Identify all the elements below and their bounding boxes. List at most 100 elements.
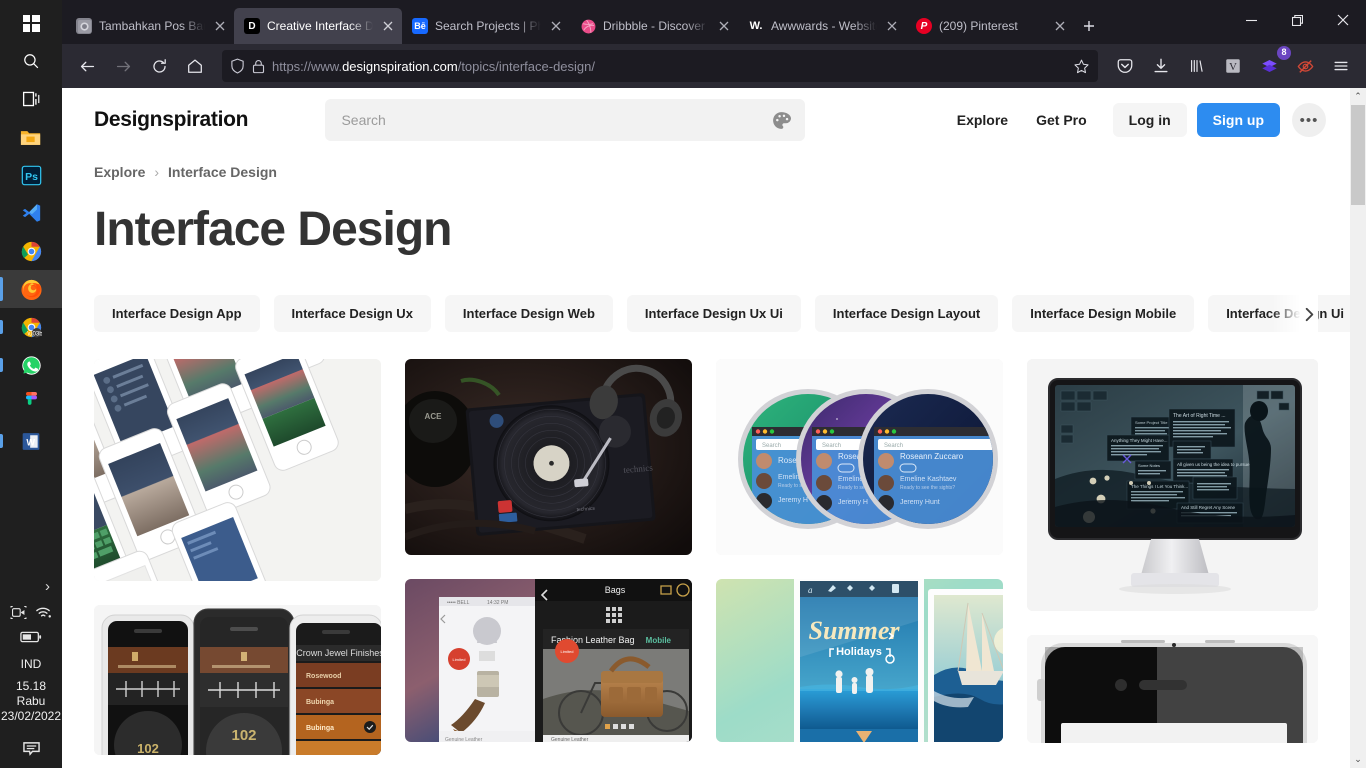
svg-text:Jeremy H: Jeremy H bbox=[838, 499, 868, 506]
tab-close-button[interactable] bbox=[1052, 18, 1068, 34]
browser-tab-5[interactable]: P (209) Pinterest bbox=[906, 8, 1074, 44]
back-button[interactable] bbox=[70, 50, 104, 82]
windows-logo-icon bbox=[22, 14, 40, 32]
tab-close-button[interactable] bbox=[380, 18, 396, 34]
page-scrollbar[interactable]: ⌃ ⌄ bbox=[1350, 88, 1366, 768]
artwork: Search Roseann Emeline K Ready to see th… bbox=[716, 359, 1004, 555]
chrome-button[interactable] bbox=[0, 232, 62, 270]
tab-close-button[interactable] bbox=[884, 18, 900, 34]
windows-taskbar: Ps \u03b2 bbox=[0, 0, 62, 768]
firefox-button[interactable] bbox=[0, 270, 62, 308]
tags-scroll-next-button[interactable] bbox=[1272, 295, 1318, 333]
reload-button[interactable] bbox=[142, 50, 176, 82]
favicon-letter: D bbox=[248, 20, 256, 32]
site-logo[interactable]: Designspiration bbox=[94, 108, 249, 132]
extension-button[interactable]: 8 bbox=[1252, 46, 1291, 82]
chrome-beta-button[interactable]: \u03b2 bbox=[0, 308, 62, 346]
start-button[interactable] bbox=[0, 4, 62, 42]
tag-chip-4[interactable]: Interface Design Layout bbox=[814, 295, 999, 332]
breadcrumb-explore[interactable]: Explore bbox=[94, 164, 145, 180]
favicon-letter: P bbox=[920, 20, 928, 32]
card-bags-shop-app[interactable]: ••••• BELL 14:32 PM Limited Genuine Leat… bbox=[405, 579, 693, 742]
card-cinema-display-ui[interactable]: Some Project Title The Art of Right Time… bbox=[1027, 359, 1318, 611]
svg-text:Bubinga: Bubinga bbox=[306, 699, 334, 706]
card-summer-holidays-app[interactable]: a Summer Holidays bbox=[716, 579, 1004, 742]
search-button[interactable] bbox=[0, 42, 62, 80]
minimize-button[interactable] bbox=[1228, 0, 1274, 40]
awwwards-icon: W. bbox=[748, 18, 764, 34]
browser-tab-0[interactable]: Tambahkan Pos Baru ‹ bbox=[66, 8, 234, 44]
tab-close-button[interactable] bbox=[548, 18, 564, 34]
url-bar[interactable]: https://www.designspiration.com/topics/i… bbox=[222, 50, 1098, 82]
star-icon[interactable] bbox=[1073, 58, 1090, 75]
file-explorer-button[interactable] bbox=[0, 118, 62, 156]
card-black-iphone[interactable] bbox=[1027, 635, 1318, 743]
nav-link-get-pro[interactable]: Get Pro bbox=[1022, 112, 1101, 128]
language-indicator[interactable]: IND bbox=[21, 657, 42, 671]
figma-button[interactable] bbox=[0, 384, 62, 422]
svg-text:Limited: Limited bbox=[561, 649, 574, 654]
downloads-button[interactable] bbox=[1144, 50, 1178, 82]
tab-close-button[interactable] bbox=[716, 18, 732, 34]
minimize-icon bbox=[1245, 19, 1257, 21]
related-tags-row: Interface Design App Interface Design Ux… bbox=[62, 295, 1350, 333]
forward-button[interactable] bbox=[106, 50, 140, 82]
login-button[interactable]: Log in bbox=[1112, 103, 1187, 137]
scroll-up-button[interactable]: ⌃ bbox=[1350, 88, 1366, 105]
task-view-button[interactable] bbox=[0, 80, 62, 118]
nav-link-explore[interactable]: Explore bbox=[943, 112, 1022, 128]
tab-close-button[interactable] bbox=[212, 18, 228, 34]
word-button[interactable]: W bbox=[0, 422, 62, 460]
card-circular-contacts-ui[interactable]: Search Roseann Emeline K Ready to see th… bbox=[716, 359, 1004, 555]
color-search-button[interactable] bbox=[757, 99, 806, 141]
browser-tab-4[interactable]: W. Awwwards - Website A bbox=[738, 8, 906, 44]
gallery-column-2: ACE technics technics ••••• BELL 14:32 P… bbox=[405, 359, 693, 755]
tray-expand-button[interactable]: › bbox=[45, 578, 50, 595]
battery-icon[interactable] bbox=[20, 631, 42, 643]
close-button[interactable] bbox=[1320, 0, 1366, 40]
svg-text:Genuine Leather: Genuine Leather bbox=[445, 737, 483, 742]
designspiration-page: Designspiration Explore Get Pro Log in S… bbox=[62, 88, 1350, 768]
vimium-button[interactable]: V bbox=[1216, 50, 1250, 82]
tab-strip: Tambahkan Pos Baru ‹ D Creative Interfac… bbox=[62, 0, 1366, 44]
page-viewport: Designspiration Explore Get Pro Log in S… bbox=[62, 88, 1366, 768]
search-input[interactable] bbox=[325, 99, 806, 141]
padlock-icon[interactable] bbox=[252, 59, 265, 74]
clock[interactable]: 15.18 Rabu 23/02/2022 bbox=[1, 679, 61, 724]
tag-chip-2[interactable]: Interface Design Web bbox=[444, 295, 613, 332]
url-text: https://www.designspiration.com/topics/i… bbox=[272, 59, 1066, 74]
signup-button[interactable]: Sign up bbox=[1196, 103, 1280, 137]
card-iphone-app-screens[interactable] bbox=[94, 359, 382, 581]
tag-chip-5[interactable]: Interface Design Mobile bbox=[1012, 295, 1195, 332]
close-icon bbox=[1337, 14, 1349, 26]
card-steinway-iphone-app[interactable]: 102 102 Crown Jewel Finishes Rosewood Bu… bbox=[94, 605, 382, 755]
new-tab-button[interactable] bbox=[1074, 11, 1104, 41]
tag-chip-0[interactable]: Interface Design App bbox=[94, 295, 260, 332]
more-menu-button[interactable]: ••• bbox=[1292, 103, 1326, 137]
tag-chip-1[interactable]: Interface Design Ux bbox=[273, 295, 431, 332]
browser-tab-3[interactable]: Dribbble - Discover the bbox=[570, 8, 738, 44]
vscode-button[interactable] bbox=[0, 194, 62, 232]
adblock-button[interactable] bbox=[1288, 50, 1322, 82]
restore-button[interactable] bbox=[1274, 0, 1320, 40]
firefox-window: Tambahkan Pos Baru ‹ D Creative Interfac… bbox=[62, 0, 1366, 768]
photoshop-button[interactable]: Ps bbox=[0, 156, 62, 194]
home-button[interactable] bbox=[178, 50, 212, 82]
wifi-icon[interactable] bbox=[35, 605, 52, 619]
app-menu-button[interactable] bbox=[1324, 50, 1358, 82]
tag-chip-3[interactable]: Interface Design Ux Ui bbox=[626, 295, 801, 332]
browser-tab-2[interactable]: Bē Search Projects | Photos bbox=[402, 8, 570, 44]
notifications-icon[interactable] bbox=[22, 741, 41, 758]
scroll-down-button[interactable]: ⌄ bbox=[1350, 751, 1366, 768]
pocket-button[interactable] bbox=[1108, 50, 1142, 82]
shield-icon[interactable] bbox=[230, 58, 245, 74]
webcam-icon[interactable] bbox=[10, 605, 27, 620]
card-turntable-vinyl[interactable]: ACE technics technics bbox=[405, 359, 693, 555]
library-button[interactable] bbox=[1180, 50, 1214, 82]
browser-tab-1[interactable]: D Creative Interface Design bbox=[234, 8, 402, 44]
svg-text:Bags: Bags bbox=[605, 585, 626, 595]
whatsapp-button[interactable] bbox=[0, 346, 62, 384]
scrollbar-thumb[interactable] bbox=[1351, 105, 1365, 205]
svg-text:Some Project Title: Some Project Title bbox=[1135, 420, 1168, 425]
url-prefix: https://www. bbox=[272, 58, 343, 74]
